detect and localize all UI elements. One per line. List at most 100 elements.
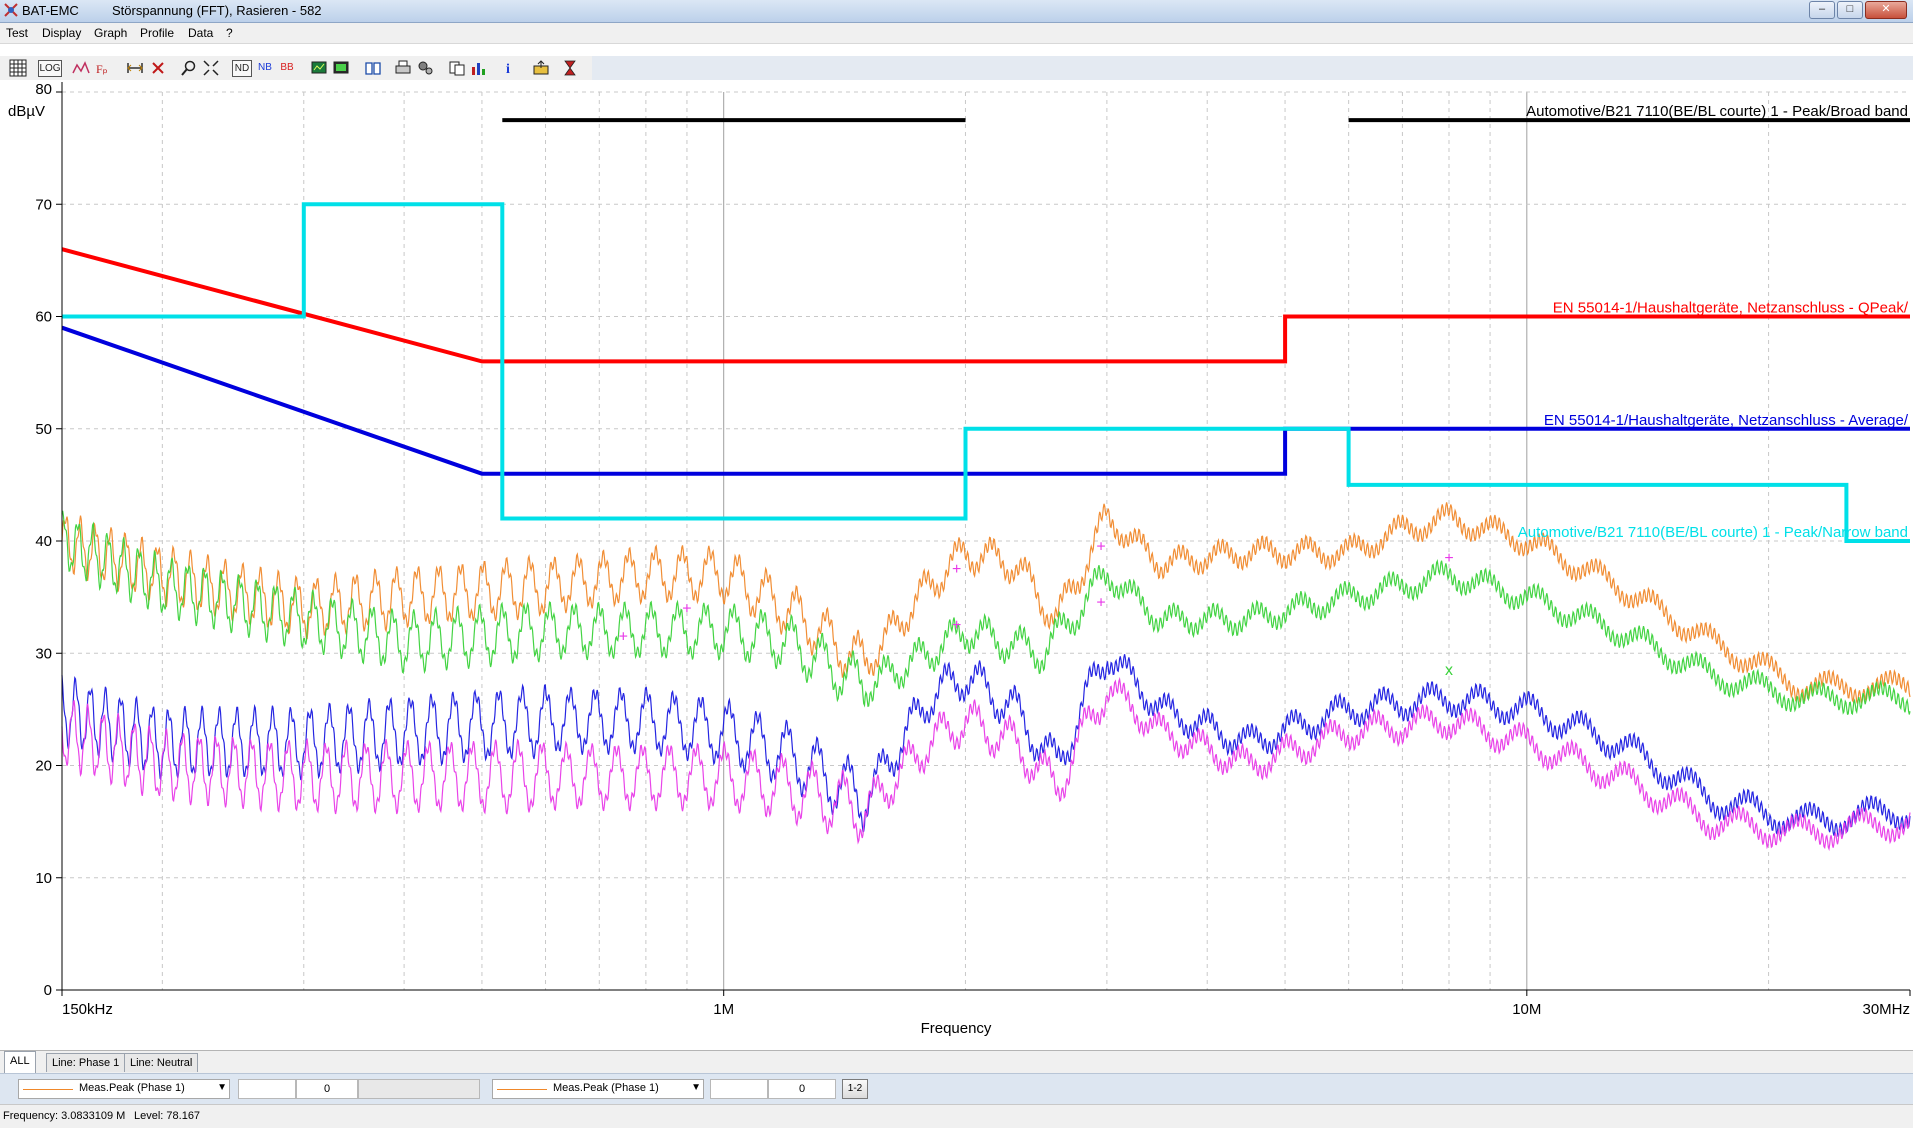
trace-compare-bar: Meas.Peak (Phase 1) ▼ 0 Meas.Peak (Phase… bbox=[0, 1073, 1913, 1104]
peak-marker: + bbox=[682, 600, 691, 617]
trace-1-swatch bbox=[23, 1089, 73, 1090]
chevron-down-icon: ▼ bbox=[691, 1082, 701, 1093]
monitor-icon[interactable] bbox=[332, 59, 350, 77]
tab-line-phase-1[interactable]: Line: Phase 1 bbox=[46, 1053, 126, 1072]
trace-2-offset-field[interactable] bbox=[710, 1079, 768, 1099]
y-tick-label: 20 bbox=[35, 758, 52, 775]
limit-label-2: EN 55014-1/Haushaltgeräte, Netzanschluss… bbox=[1544, 412, 1909, 429]
y-tick-label: 50 bbox=[35, 421, 52, 438]
menu-test[interactable]: Test bbox=[6, 26, 28, 40]
limit-label-1: EN 55014-1/Haushaltgeräte, Netzanschluss… bbox=[1553, 300, 1909, 317]
maximize-button[interactable]: □ bbox=[1837, 1, 1863, 19]
copy-icon[interactable] bbox=[448, 59, 466, 77]
menu-graph[interactable]: Graph bbox=[94, 26, 127, 40]
toolbar: LOG Fₚ ND NB BB i bbox=[0, 56, 1913, 80]
hourglass-icon[interactable] bbox=[562, 59, 578, 77]
x-axis-label: Frequency bbox=[921, 1020, 992, 1037]
limit-labels-layer: Automotive/B21 7110(BE/BL courte) 1 - Pe… bbox=[1518, 103, 1909, 541]
x-tick-label: 10M bbox=[1512, 1001, 1541, 1018]
trace-1-label: Meas.Peak (Phase 1) bbox=[79, 1082, 185, 1094]
settings-icon[interactable] bbox=[416, 59, 434, 77]
plot-area[interactable]: + + + + + + + x 0 10 20 30 40 50 60 70 80 dBµV 150kHz 1M 10… bbox=[0, 80, 1913, 1060]
log-scale-button[interactable]: LOG bbox=[38, 60, 62, 77]
delete-icon[interactable] bbox=[150, 59, 166, 77]
peak-marker: + bbox=[952, 561, 961, 578]
tab-all[interactable]: ALL bbox=[4, 1051, 36, 1073]
zoom-icon[interactable] bbox=[180, 59, 198, 77]
y-tick-label: 70 bbox=[35, 196, 52, 213]
limit-lines-layer bbox=[61, 118, 1910, 543]
trace-2-label: Meas.Peak (Phase 1) bbox=[553, 1082, 659, 1094]
y-tick-label: 60 bbox=[35, 309, 52, 326]
trace-2-swatch bbox=[497, 1089, 547, 1090]
tab-line-neutral[interactable]: Line: Neutral bbox=[124, 1053, 199, 1072]
menu-help[interactable]: ? bbox=[226, 26, 233, 40]
menu-data[interactable]: Data bbox=[188, 26, 213, 40]
trace-2-value[interactable]: 0 bbox=[768, 1079, 836, 1099]
x-tick-label: 1M bbox=[713, 1001, 734, 1018]
fit-icon[interactable] bbox=[202, 59, 220, 77]
peak-marker: + bbox=[619, 628, 628, 645]
limit-line-2 bbox=[61, 325, 1910, 476]
title-bar: BAT-EMC Störspannung (FFT), Rasieren - 5… bbox=[0, 0, 1913, 23]
trace-1-select[interactable]: Meas.Peak (Phase 1) ▼ bbox=[18, 1079, 230, 1099]
y-tick-label: 0 bbox=[44, 982, 52, 999]
y-tick-label: 10 bbox=[35, 870, 52, 887]
print-icon[interactable] bbox=[394, 59, 412, 77]
grid-layer bbox=[62, 91, 1910, 990]
peak-marker: x bbox=[1445, 662, 1453, 679]
limit-label-3: Automotive/B21 7110(BE/BL courte) 1 - Pe… bbox=[1518, 524, 1908, 541]
bb-toggle[interactable]: BB bbox=[278, 59, 296, 77]
trace-1-value[interactable]: 0 bbox=[296, 1079, 358, 1099]
peak-marker-icon[interactable] bbox=[72, 59, 90, 77]
info-icon[interactable]: i bbox=[502, 59, 516, 77]
bar-chart-icon[interactable] bbox=[470, 59, 488, 77]
chevron-down-icon: ▼ bbox=[217, 1082, 227, 1093]
window-title: Störspannung (FFT), Rasieren - 582 bbox=[112, 3, 322, 18]
trace-1-offset-field[interactable] bbox=[238, 1079, 296, 1099]
limit-line-3 bbox=[62, 202, 1910, 543]
svg-text:Fₚ: Fₚ bbox=[96, 62, 108, 76]
x-tick-label: 30MHz bbox=[1862, 1001, 1910, 1018]
limit-label-0: Automotive/B21 7110(BE/BL courte) 1 - Pe… bbox=[1526, 103, 1908, 120]
y-tick-label: 80 bbox=[35, 81, 52, 98]
tool-strip: LOG Fₚ ND NB BB i bbox=[0, 56, 593, 80]
x-tick-label: 150kHz bbox=[62, 1001, 113, 1018]
trace-1-extra-field bbox=[358, 1079, 480, 1099]
measurement-series-2 bbox=[61, 654, 1911, 838]
svg-text:i: i bbox=[506, 62, 510, 77]
window-controls: – □ ✕ bbox=[1809, 1, 1907, 19]
y-tick-label: 40 bbox=[35, 533, 52, 550]
toolbar-spacer bbox=[592, 56, 1913, 80]
y-axis-label: dBµV bbox=[8, 103, 45, 120]
close-button[interactable]: ✕ bbox=[1865, 1, 1907, 19]
tab-bar: ALL Line: Phase 1 Line: Neutral bbox=[0, 1050, 1913, 1073]
grid-icon[interactable] bbox=[8, 59, 28, 77]
y-tick-label: 30 bbox=[35, 645, 52, 662]
peak-marker: + bbox=[952, 617, 961, 634]
spectrum-chart[interactable]: + + + + + + + x 0 10 20 30 40 50 60 70 80 dBµV 150kHz 1M 10… bbox=[0, 80, 1913, 1050]
peak-marker: + bbox=[1096, 539, 1105, 556]
axis-layer: 0 10 20 30 40 50 60 70 80 dBµV 150kHz 1M 10M 30MHz Fre… bbox=[8, 81, 1911, 1037]
nd-toggle[interactable]: ND bbox=[232, 60, 252, 77]
menu-profile[interactable]: Profile bbox=[140, 26, 174, 40]
difference-button[interactable]: 1-2 bbox=[842, 1079, 868, 1099]
app-icon bbox=[4, 3, 18, 17]
status-frequency: Frequency: 3.0833109 M bbox=[3, 1110, 126, 1122]
display-icon[interactable] bbox=[310, 59, 328, 77]
function-icon[interactable]: Fₚ bbox=[94, 59, 112, 77]
status-bar: Frequency: 3.0833109 M Level: 78.167 bbox=[0, 1104, 1913, 1128]
nb-toggle[interactable]: NB bbox=[256, 59, 274, 77]
app-name: BAT-EMC bbox=[22, 3, 79, 18]
series-layer bbox=[61, 502, 1911, 852]
peak-marker: + bbox=[1444, 550, 1453, 567]
range-icon[interactable] bbox=[126, 59, 144, 77]
book-icon[interactable] bbox=[364, 59, 382, 77]
export-icon[interactable] bbox=[532, 59, 550, 77]
trace-2-select[interactable]: Meas.Peak (Phase 1) ▼ bbox=[492, 1079, 704, 1099]
status-level: Level: 78.167 bbox=[134, 1110, 201, 1122]
menu-bar: Test Display Graph Profile Data ? bbox=[0, 23, 1913, 44]
peak-marker: + bbox=[1096, 595, 1105, 612]
menu-display[interactable]: Display bbox=[42, 26, 81, 40]
minimize-button[interactable]: – bbox=[1809, 1, 1835, 19]
